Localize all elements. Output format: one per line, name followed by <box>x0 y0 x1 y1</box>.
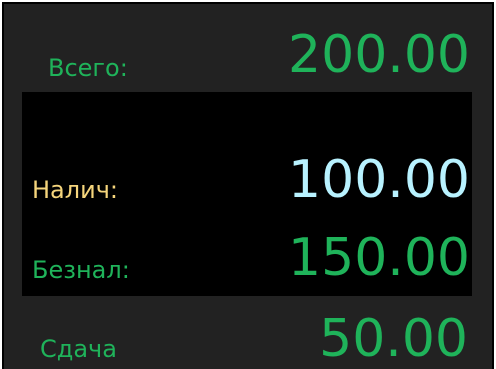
cash-label: Налич: <box>32 176 118 204</box>
cash-value[interactable]: 100.00 <box>288 154 470 206</box>
card-label: Безнал: <box>32 256 130 284</box>
total-value: 200.00 <box>288 25 470 85</box>
total-label: Всего: <box>48 54 128 82</box>
card-value[interactable]: 150.00 <box>288 232 470 284</box>
change-value: 50.00 <box>319 309 468 369</box>
change-label: Сдача <box>40 335 117 363</box>
cash-input-band-top <box>22 92 472 145</box>
